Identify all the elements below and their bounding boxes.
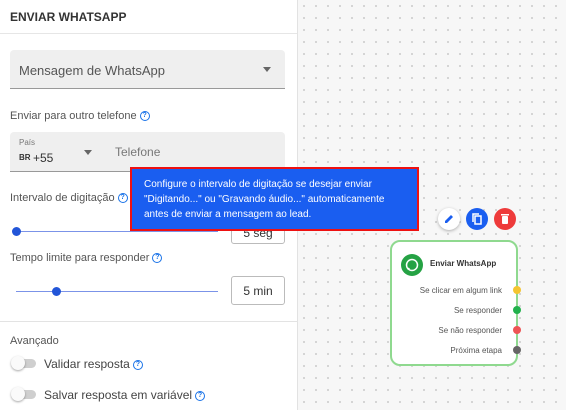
- copy-icon: [472, 213, 482, 225]
- port-dot-responded[interactable]: [513, 306, 521, 314]
- help-icon[interactable]: ?: [139, 111, 150, 122]
- whatsapp-icon: [401, 254, 423, 276]
- validate-label-text: Validar resposta: [44, 357, 130, 371]
- phone-field[interactable]: País BR +55 Telefone: [10, 132, 285, 172]
- toggle-knob: [11, 387, 25, 401]
- save-variable-toggle[interactable]: [11, 387, 36, 401]
- timeout-slider[interactable]: [16, 291, 218, 292]
- timeout-value[interactable]: 5 min: [231, 276, 285, 305]
- other-phone-label: Enviar para outro telefone?: [10, 110, 150, 122]
- edit-button[interactable]: [438, 208, 460, 230]
- whatsapp-node[interactable]: Enviar WhatsApp Se clicar em algum link …: [390, 240, 521, 366]
- tooltip-text: Configure o intervalo de digitação se de…: [144, 179, 385, 220]
- chevron-down-icon[interactable]: [84, 150, 92, 155]
- typing-interval-label: Intervalo de digitação?: [10, 192, 128, 204]
- typing-interval-tooltip: Configure o intervalo de digitação se de…: [130, 167, 419, 231]
- delete-button[interactable]: [494, 208, 516, 230]
- port-dot-next-step[interactable]: [513, 346, 521, 354]
- panel-title: ENVIAR WHATSAPP: [0, 0, 297, 34]
- country-code[interactable]: +55: [33, 151, 53, 165]
- help-icon[interactable]: ?: [132, 359, 143, 370]
- timeout-label-text: Tempo limite para responder: [10, 252, 150, 264]
- save-variable-label: Salvar resposta em variável?: [44, 388, 206, 402]
- trash-icon: [501, 214, 509, 224]
- country-label: País: [19, 138, 36, 147]
- section-divider: [0, 321, 298, 322]
- port-label: Próxima etapa: [450, 346, 502, 355]
- timeout-label: Tempo limite para responder?: [10, 252, 163, 264]
- node-title: Enviar WhatsApp: [430, 259, 497, 268]
- port-label: Se responder: [453, 306, 502, 315]
- typing-interval-label-text: Intervalo de digitação: [10, 192, 115, 204]
- message-select-value: Mensagem de WhatsApp: [19, 63, 165, 78]
- toggle-knob: [11, 356, 25, 370]
- port-label: Se não responder: [438, 326, 502, 335]
- country-flag: BR: [19, 153, 31, 162]
- copy-button[interactable]: [466, 208, 488, 230]
- chevron-down-icon: [263, 67, 271, 72]
- typing-interval-thumb[interactable]: [12, 227, 21, 236]
- validate-label: Validar resposta?: [44, 357, 143, 371]
- other-phone-label-text: Enviar para outro telefone: [10, 110, 137, 122]
- timeout-thumb[interactable]: [52, 287, 62, 296]
- help-icon[interactable]: ?: [117, 193, 128, 204]
- phone-input[interactable]: Telefone: [115, 145, 160, 159]
- pencil-icon: [445, 215, 453, 223]
- help-icon[interactable]: ?: [152, 253, 163, 264]
- port-dot-no-response[interactable]: [513, 326, 521, 334]
- save-variable-label-text: Salvar resposta em variável: [44, 388, 193, 402]
- typing-interval-slider[interactable]: [16, 231, 218, 232]
- advanced-label: Avançado: [10, 335, 59, 347]
- help-icon[interactable]: ?: [195, 390, 206, 401]
- validate-toggle[interactable]: [11, 356, 36, 370]
- port-label: Se clicar em algum link: [419, 286, 502, 295]
- port-dot-link-click[interactable]: [513, 286, 521, 294]
- message-select[interactable]: Mensagem de WhatsApp: [10, 50, 285, 89]
